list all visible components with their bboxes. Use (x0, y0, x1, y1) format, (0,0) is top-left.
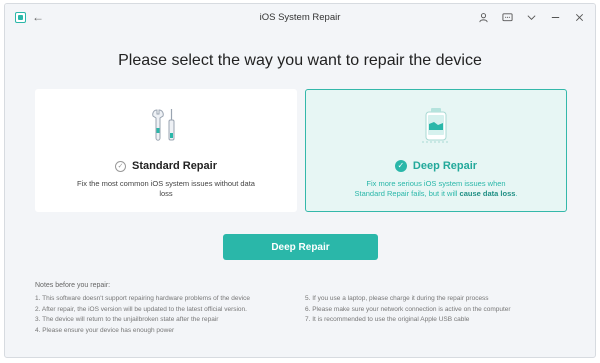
close-icon[interactable] (573, 11, 585, 23)
standard-repair-card[interactable]: ✓ Standard Repair Fix the most common iO… (35, 89, 297, 212)
deep-repair-card[interactable]: ✓ Deep Repair Fix more serious iOS syste… (305, 89, 567, 212)
deep-repair-button[interactable]: Deep Repair (223, 234, 378, 260)
app-logo-icon (15, 11, 26, 23)
tools-icon (152, 109, 175, 141)
feedback-icon[interactable] (501, 11, 513, 23)
minimize-icon[interactable] (549, 11, 561, 23)
standard-repair-name: Standard Repair (132, 160, 217, 172)
standard-radio-icon[interactable]: ✓ (115, 160, 127, 172)
app-window: ← iOS System Repair Please select the wa… (4, 3, 596, 358)
note-item: 1. This software doesn't support repairi… (35, 295, 251, 302)
notes-list-right: 5. If you use a laptop, please charge it… (305, 294, 511, 326)
notes-list-left: 1. This software doesn't support repairi… (35, 294, 250, 336)
note-item: 6. Please make sure your network connect… (305, 305, 511, 313)
deep-desc-bold: cause data loss (459, 189, 516, 198)
note-item: 2. After repair, the iOS version will be… (35, 305, 247, 313)
deep-repair-description: Fix more serious iOS system issues when … (352, 179, 520, 199)
note-item: 4. Please ensure your device has enough … (35, 326, 175, 334)
notes-title: Notes before you repair: (35, 282, 111, 289)
menu-chevron-icon[interactable] (525, 11, 537, 23)
deep-radio-checked-icon[interactable]: ✓ (394, 160, 407, 172)
device-repair-icon (422, 108, 450, 143)
note-item: 3. The device will return to the unjailb… (35, 316, 219, 323)
deep-desc-suffix: . (515, 189, 518, 198)
account-icon[interactable] (477, 11, 489, 23)
deep-repair-name: Deep Repair (412, 160, 478, 172)
back-arrow-icon[interactable]: ← (32, 11, 44, 23)
page-heading: Please select the way you want to repair… (118, 52, 482, 69)
note-item: 5. If you use a laptop, please charge it… (305, 295, 489, 302)
standard-repair-description: Fix the most common iOS system issues wi… (77, 179, 255, 198)
note-item: 7. It is recommended to use the original… (305, 316, 470, 323)
title-bar: ← iOS System Repair (5, 4, 595, 30)
